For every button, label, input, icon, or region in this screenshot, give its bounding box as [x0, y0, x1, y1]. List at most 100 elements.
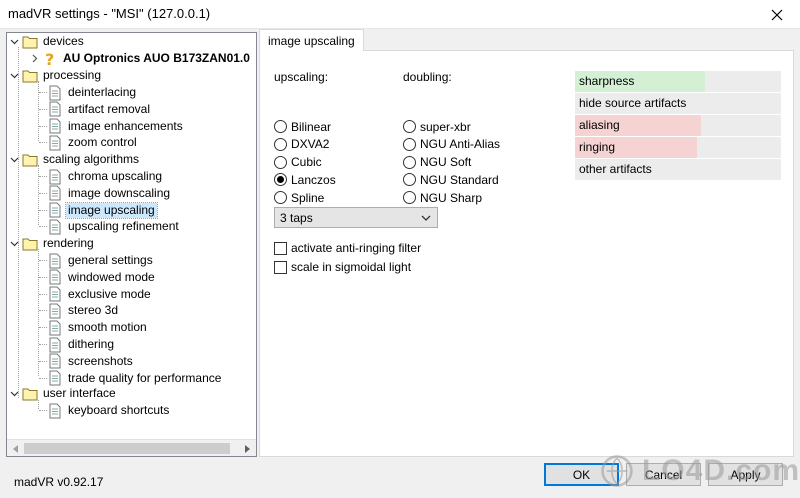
- upscaling-radio-cubic[interactable]: Cubic: [274, 154, 322, 171]
- tree-item-windowed-mode[interactable]: windowed mode: [47, 269, 157, 286]
- settings-page-icon: [47, 269, 63, 285]
- radio-label: NGU Soft: [420, 155, 472, 170]
- tree-item-smooth-motion[interactable]: smooth motion: [47, 319, 149, 336]
- settings-page-icon: [47, 118, 63, 134]
- meter-ringing: ringing: [575, 137, 781, 158]
- doubling-radio-ngu-standard[interactable]: NGU Standard: [403, 171, 499, 188]
- tree-horizontal-scrollbar[interactable]: [7, 439, 256, 456]
- tree-body: devices ? AU Optronics AUO B173ZAN01.0 p…: [7, 33, 256, 439]
- tree-item-general-settings[interactable]: general settings: [47, 252, 155, 269]
- close-button[interactable]: [754, 0, 800, 29]
- tree-item-label: image upscaling: [65, 201, 158, 219]
- tree-node-user-interface[interactable]: user interface: [9, 385, 118, 402]
- tab-strip: image upscaling: [257, 29, 794, 51]
- upscaling-radio-dxva2[interactable]: DXVA2: [274, 136, 329, 153]
- scroll-right-icon[interactable]: [239, 440, 256, 456]
- tree-item-image-upscaling[interactable]: image upscaling: [47, 201, 158, 219]
- tree-item-stereo-3d[interactable]: stereo 3d: [47, 302, 120, 319]
- tree-node-device[interactable]: ? AU Optronics AUO B173ZAN01.0: [29, 50, 252, 69]
- tree-node-rendering[interactable]: rendering: [9, 235, 96, 252]
- settings-page-icon: [47, 169, 63, 185]
- title-bar: madVR settings - "MSI" (127.0.0.1): [0, 0, 800, 29]
- radio-label: NGU Anti-Alias: [420, 137, 501, 152]
- tree-item-artifact-removal[interactable]: artifact removal: [47, 101, 152, 118]
- tree-item-keyboard-shortcuts[interactable]: keyboard shortcuts: [47, 402, 171, 419]
- apply-label: Apply: [730, 467, 761, 482]
- tree-item-label: dithering: [68, 337, 115, 351]
- settings-page-icon: [47, 101, 63, 117]
- settings-page-icon: [47, 202, 63, 218]
- ok-button[interactable]: OK: [544, 463, 619, 486]
- collapse-icon[interactable]: [9, 67, 20, 84]
- tree-item-label: artifact removal: [68, 101, 151, 116]
- settings-page-icon: [47, 337, 63, 353]
- tab-label: image upscaling: [268, 33, 355, 48]
- meter-other-artifacts: other artifacts: [575, 159, 781, 180]
- upscaling-radio-lanczos[interactable]: Lanczos: [274, 171, 336, 188]
- sigmoidal-checkbox[interactable]: scale in sigmoidal light: [274, 259, 411, 275]
- meter-label: ringing: [579, 140, 616, 154]
- doubling-radio-super-xbr[interactable]: super-xbr: [403, 118, 471, 135]
- taps-dropdown[interactable]: 3 taps: [274, 207, 438, 228]
- tree-item-screenshots[interactable]: screenshots: [47, 353, 135, 370]
- doubling-radio-ngu-anti-alias[interactable]: NGU Anti-Alias: [403, 136, 500, 153]
- tree-node-processing[interactable]: processing: [9, 67, 103, 84]
- meter-label: hide source artifacts: [579, 96, 687, 110]
- settings-page-icon: [47, 135, 63, 151]
- folder-icon: [22, 386, 38, 402]
- device-name: AU Optronics AUO B173ZAN01.0: [63, 51, 250, 65]
- anti-ringing-checkbox[interactable]: activate anti-ringing filter: [274, 240, 421, 256]
- folder-icon: [22, 152, 38, 168]
- scroll-thumb[interactable]: [24, 443, 230, 454]
- tree-item-deinterlacing[interactable]: deinterlacing: [47, 84, 138, 101]
- checkbox-box: [274, 260, 287, 274]
- tree-item-exclusive-mode[interactable]: exclusive mode: [47, 286, 153, 303]
- checkbox-label: activate anti-ringing filter: [291, 241, 422, 255]
- tree-item-image-enhancements[interactable]: image enhancements: [47, 118, 185, 135]
- tree-item-image-downscaling[interactable]: image downscaling: [47, 185, 172, 202]
- tree-item-label: general settings: [68, 253, 153, 267]
- tree-item-chroma-upscaling[interactable]: chroma upscaling: [47, 168, 164, 185]
- tree-item-upscaling-refinement[interactable]: upscaling refinement: [47, 218, 181, 235]
- settings-page-icon: [47, 85, 63, 101]
- doubling-radio-ngu-soft[interactable]: NGU Soft: [403, 154, 471, 171]
- settings-tree[interactable]: devices ? AU Optronics AUO B173ZAN01.0 p…: [6, 32, 257, 457]
- tree-item-label: deinterlacing: [68, 85, 137, 99]
- tree-item-label: image downscaling: [68, 185, 171, 200]
- expand-icon[interactable]: [29, 50, 40, 67]
- upscaling-radio-spline[interactable]: Spline: [274, 189, 324, 206]
- upscaling-radio-bilinear[interactable]: Bilinear: [274, 118, 331, 135]
- window-title: madVR settings - "MSI" (127.0.0.1): [8, 6, 211, 21]
- settings-page-icon: [47, 219, 63, 235]
- radio-circle: [274, 191, 287, 205]
- question-icon: ?: [42, 50, 58, 69]
- apply-button[interactable]: Apply: [708, 463, 783, 486]
- tree-node-devices[interactable]: devices: [9, 33, 86, 50]
- settings-page-icon: [47, 303, 63, 319]
- radio-circle: [403, 137, 416, 151]
- meter-label: aliasing: [579, 118, 620, 132]
- collapse-icon[interactable]: [9, 151, 20, 168]
- tab-image-upscaling[interactable]: image upscaling: [259, 29, 364, 51]
- cancel-button[interactable]: Cancel: [626, 463, 701, 486]
- radio-label: Spline: [291, 190, 325, 205]
- tree-item-zoom-control[interactable]: zoom control: [47, 134, 139, 151]
- settings-page-icon: [47, 320, 63, 336]
- radio-label: Bilinear: [291, 119, 332, 134]
- collapse-icon[interactable]: [9, 33, 20, 50]
- meter-hide-source-artifacts: hide source artifacts: [575, 93, 781, 114]
- tree-label: processing: [43, 68, 102, 82]
- tree-item-label: trade quality for performance: [68, 370, 222, 385]
- close-icon: [771, 9, 783, 20]
- tree-node-scaling-algorithms[interactable]: scaling algorithms: [9, 151, 141, 168]
- collapse-icon[interactable]: [9, 235, 20, 252]
- radio-circle: [274, 137, 287, 151]
- settings-page-icon: [47, 185, 63, 201]
- radio-circle: [274, 120, 287, 133]
- doubling-radio-ngu-sharp[interactable]: NGU Sharp: [403, 189, 482, 206]
- scroll-left-icon[interactable]: [7, 440, 24, 456]
- collapse-icon[interactable]: [9, 385, 20, 402]
- tree-item-dithering[interactable]: dithering: [47, 336, 116, 353]
- meter-label: other artifacts: [579, 162, 652, 176]
- meter-aliasing: aliasing: [575, 115, 781, 136]
